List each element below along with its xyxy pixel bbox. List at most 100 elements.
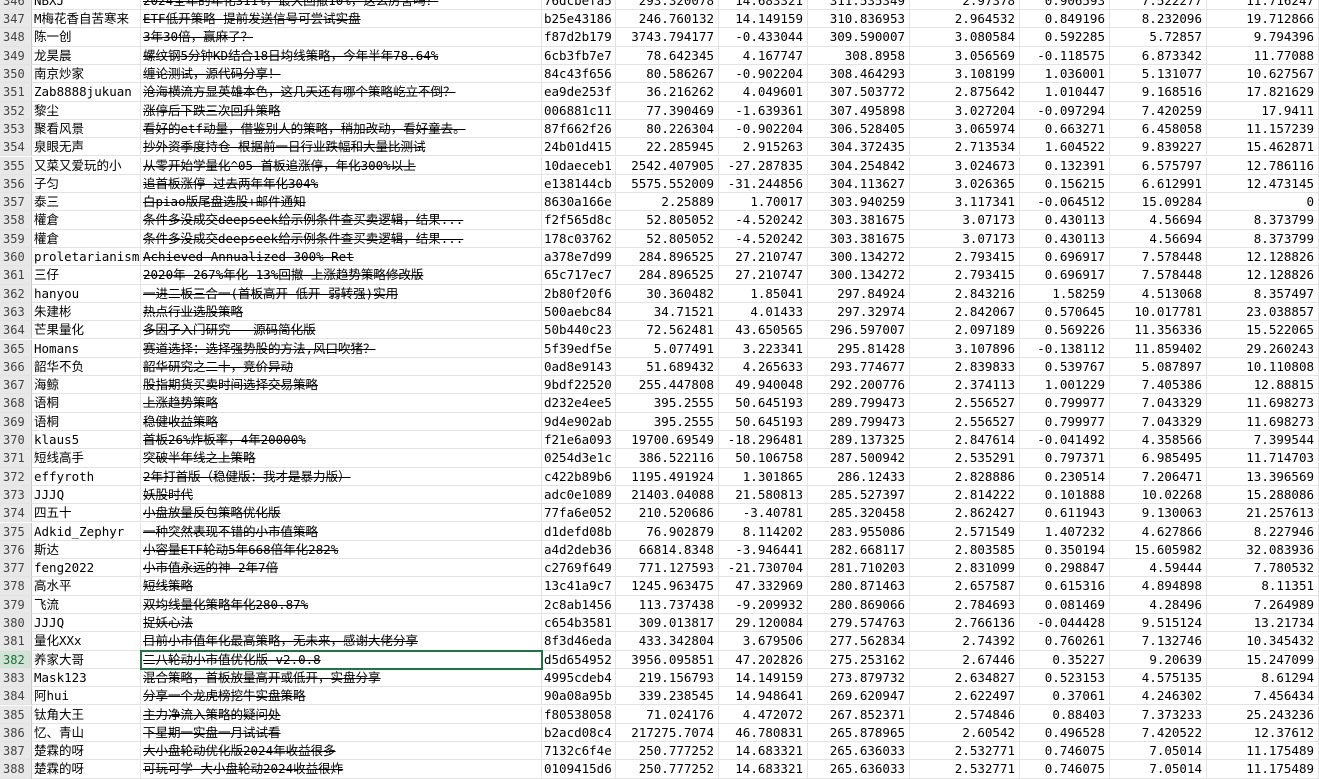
value-cell[interactable]: 19.712866	[1207, 10, 1319, 29]
value-cell[interactable]: 10.345432	[1207, 632, 1319, 651]
value-cell[interactable]: 11.175489	[1207, 742, 1319, 761]
value-cell[interactable]: 0.101888	[1020, 485, 1110, 505]
title-cell[interactable]: 下星期一实盘一月试试看	[141, 723, 542, 743]
table-row[interactable]: 378 高水平 短线策略 13c41a9c7 1245.963475 47.332969 2…	[0, 577, 1319, 596]
value-cell[interactable]: 395.2555	[616, 394, 719, 413]
value-cell[interactable]: 339.238545	[616, 687, 719, 706]
author-cell[interactable]: 泰三	[32, 193, 141, 212]
row-number[interactable]: 388	[0, 760, 32, 779]
value-cell[interactable]: 2.532771	[910, 742, 1020, 761]
value-cell[interactable]: 303.381675	[808, 211, 910, 230]
title-cell[interactable]: 小容量ETF轮动5年668倍年化282%	[141, 540, 542, 560]
value-cell[interactable]: 2.25889	[616, 193, 719, 212]
value-cell[interactable]: 7.780532	[1207, 559, 1319, 578]
value-cell[interactable]: 14.149159	[719, 668, 808, 688]
value-cell[interactable]: 15.09284	[1110, 193, 1207, 212]
author-cell[interactable]: 高水平	[32, 577, 141, 596]
value-cell[interactable]: 2.831099	[910, 559, 1020, 578]
value-cell[interactable]: 23.038857	[1207, 302, 1319, 322]
value-cell[interactable]: 6.458058	[1110, 119, 1207, 139]
value-cell[interactable]: -0.118575	[1020, 46, 1110, 65]
id-cell[interactable]: 13c41a9c7	[542, 577, 616, 596]
value-cell[interactable]: 0.350194	[1020, 540, 1110, 560]
author-cell[interactable]: 陈一创	[32, 28, 141, 47]
value-cell[interactable]: 297.84924	[808, 284, 910, 303]
value-cell[interactable]: 0.156215	[1020, 174, 1110, 194]
table-row[interactable]: 358 權倉 条件多没成交deepseek给示例条件查买卖逻辑，结果... f2f56…	[0, 211, 1319, 230]
value-cell[interactable]: 2.839833	[910, 357, 1020, 377]
value-cell[interactable]: 6.985495	[1110, 449, 1207, 468]
value-cell[interactable]: 0.696917	[1020, 266, 1110, 285]
value-cell[interactable]: 0.081469	[1020, 595, 1110, 614]
row-number[interactable]: 370	[0, 431, 32, 450]
value-cell[interactable]: 307.503772	[808, 83, 910, 102]
value-cell[interactable]: 2.532771	[910, 760, 1020, 779]
author-cell[interactable]: 斯达	[32, 540, 141, 560]
title-cell[interactable]: 追首板涨停 过去两年年化304%	[141, 174, 542, 194]
value-cell[interactable]: 17.9411	[1207, 101, 1319, 120]
value-cell[interactable]: 15.462871	[1207, 138, 1319, 157]
value-cell[interactable]: 22.285945	[616, 138, 719, 157]
table-row[interactable]: 386 忆、青山 下星期一实盘一月试试看 b2acd08c4 217275.7074 46…	[0, 723, 1319, 743]
id-cell[interactable]: f80538058	[542, 705, 616, 724]
id-cell[interactable]: 7132c6f4e	[542, 742, 616, 761]
value-cell[interactable]: 386.522116	[616, 449, 719, 468]
row-number[interactable]: 383	[0, 668, 32, 688]
title-cell[interactable]: 条件多没成交deepseek给示例条件查买卖逻辑，结果...	[141, 229, 542, 248]
value-cell[interactable]: 14.149159	[719, 10, 808, 29]
value-cell[interactable]: 304.254842	[808, 156, 910, 175]
value-cell[interactable]: 10.627567	[1207, 65, 1319, 84]
id-cell[interactable]: 90a08a95b	[542, 687, 616, 706]
value-cell[interactable]: 8.114202	[719, 522, 808, 541]
title-cell[interactable]: 抄外资季度持仓-根据前一日行业跌幅和大量比测试	[141, 138, 542, 157]
value-cell[interactable]: 8.373799	[1207, 211, 1319, 230]
author-cell[interactable]: 聚看风景	[32, 119, 141, 139]
author-cell[interactable]: 龙昊晨	[32, 46, 141, 65]
value-cell[interactable]: 7.043329	[1110, 412, 1207, 431]
value-cell[interactable]: 8.373799	[1207, 229, 1319, 248]
id-cell[interactable]: 0254d3e1c	[542, 449, 616, 468]
value-cell[interactable]: 2.803585	[910, 540, 1020, 560]
value-cell[interactable]: 7.405386	[1110, 376, 1207, 395]
table-row[interactable]: 367 海鲸 股指期货买卖时间选择交易策略 9bdf22520 255.447808 49…	[0, 376, 1319, 395]
value-cell[interactable]: 80.586267	[616, 65, 719, 84]
row-number[interactable]: 351	[0, 83, 32, 102]
row-number[interactable]: 365	[0, 339, 32, 358]
value-cell[interactable]: 1.001229	[1020, 376, 1110, 395]
value-cell[interactable]: 8.232096	[1110, 10, 1207, 29]
table-row[interactable]: 361 三仔 2020年 267%年化 13%回撤 上涨趋势策略修改版 65c717e…	[0, 266, 1319, 285]
value-cell[interactable]: 3.065974	[910, 119, 1020, 139]
value-cell[interactable]: 295.81428	[808, 339, 910, 358]
value-cell[interactable]: 3.056569	[910, 46, 1020, 65]
value-cell[interactable]: 4.049601	[719, 83, 808, 102]
value-cell[interactable]: 29.260243	[1207, 339, 1319, 358]
value-cell[interactable]: 14.948641	[719, 687, 808, 706]
author-cell[interactable]: 朱建彬	[32, 302, 141, 322]
table-row[interactable]: 347 M梅花香自苦寒来 ETF低开策略-提前发送信号可尝试实盘 b25e43186 2…	[0, 10, 1319, 29]
id-cell[interactable]: b2acd08c4	[542, 723, 616, 743]
table-row[interactable]: 375 Adkid_Zephyr 一种突然表现不错的小市值策略 d1defd08b 76…	[0, 522, 1319, 541]
row-number[interactable]: 358	[0, 211, 32, 230]
value-cell[interactable]: 4.358566	[1110, 431, 1207, 450]
value-cell[interactable]: 433.342804	[616, 632, 719, 651]
value-cell[interactable]: 1.58259	[1020, 284, 1110, 303]
value-cell[interactable]: 4.894898	[1110, 577, 1207, 596]
value-cell[interactable]: 293.774677	[808, 357, 910, 377]
value-cell[interactable]: 2.784693	[910, 595, 1020, 614]
value-cell[interactable]: 2.842067	[910, 302, 1020, 322]
value-cell[interactable]: 2.843216	[910, 284, 1020, 303]
value-cell[interactable]: 292.200776	[808, 376, 910, 395]
value-cell[interactable]: 0.615316	[1020, 577, 1110, 596]
id-cell[interactable]: 4995cdeb4	[542, 668, 616, 688]
author-cell[interactable]: 飞流	[32, 595, 141, 614]
row-number[interactable]: 385	[0, 705, 32, 724]
title-cell[interactable]: 短线策略	[141, 577, 542, 596]
id-cell[interactable]: 5f39edf5e	[542, 339, 616, 358]
value-cell[interactable]: 2.713534	[910, 138, 1020, 157]
value-cell[interactable]: 3.107896	[910, 339, 1020, 358]
value-cell[interactable]: 285.320458	[808, 504, 910, 523]
value-cell[interactable]: 5.131077	[1110, 65, 1207, 84]
value-cell[interactable]: 2.571549	[910, 522, 1020, 541]
title-cell[interactable]: 一种突然表现不错的小市值策略	[141, 522, 542, 541]
row-number[interactable]: 355	[0, 156, 32, 175]
